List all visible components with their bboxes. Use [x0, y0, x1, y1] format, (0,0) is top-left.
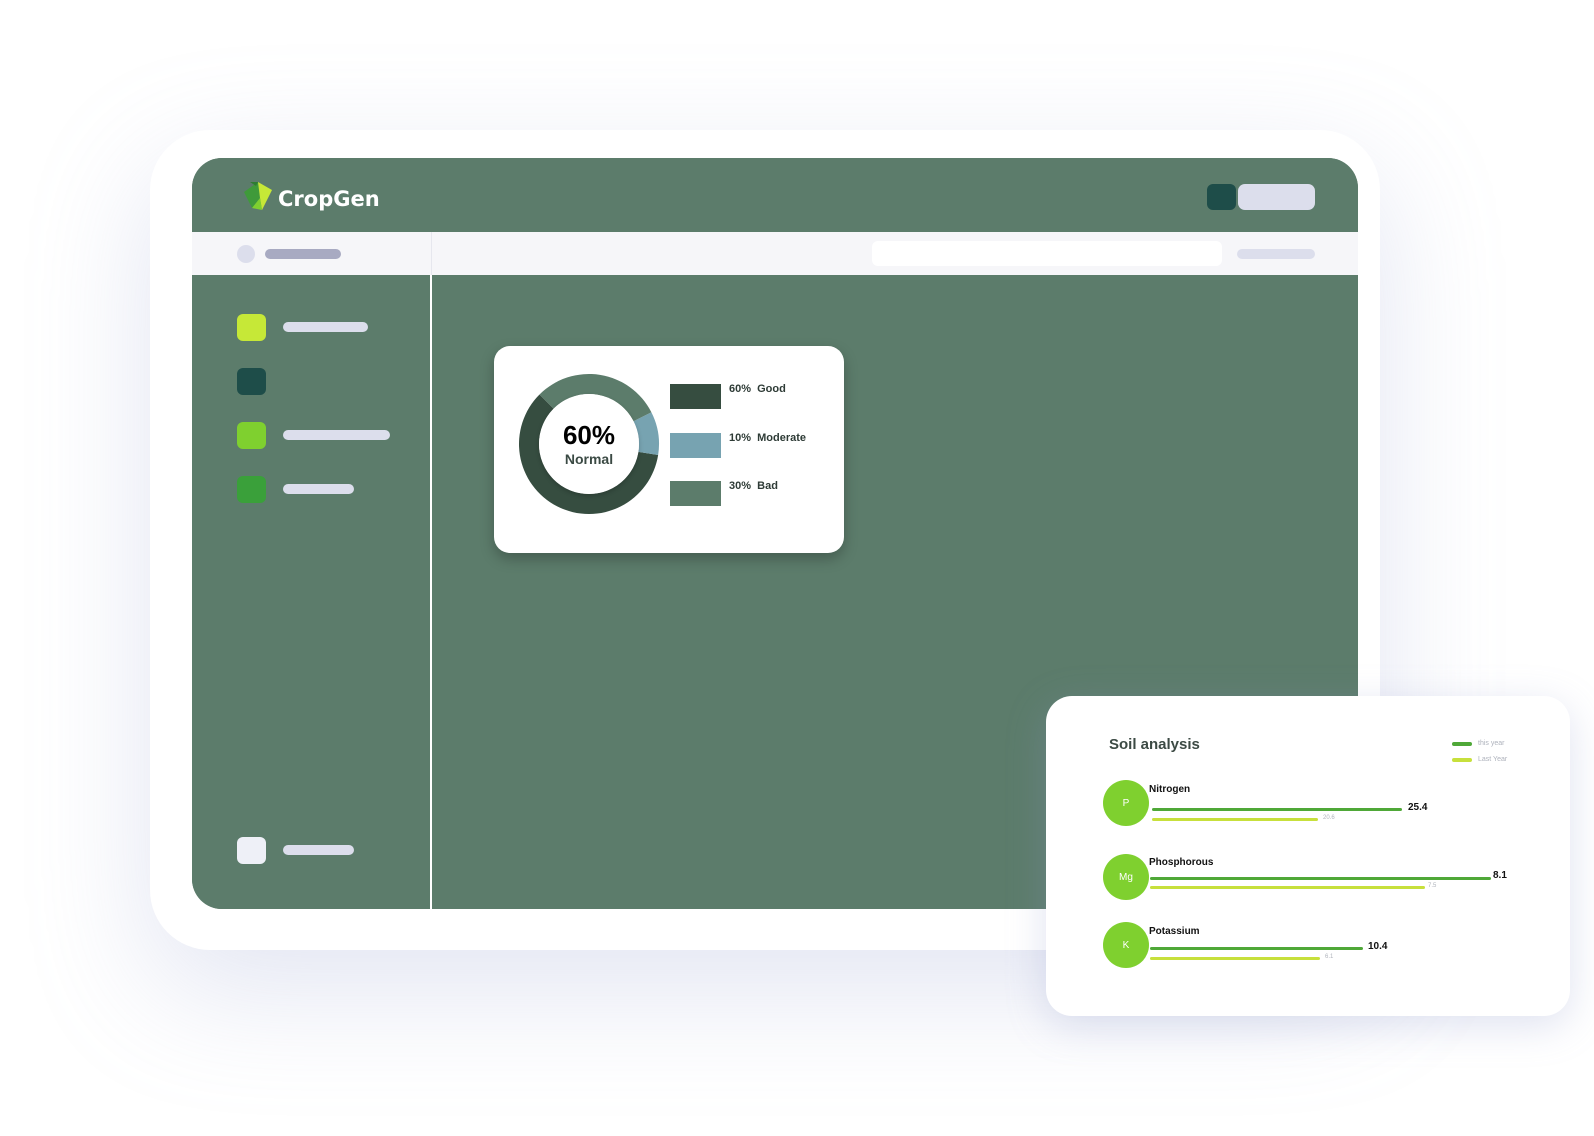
bar-last-year-potassium [1150, 957, 1320, 960]
value-last-year-nitrogen: 20.6 [1323, 815, 1335, 821]
value-this-year-potassium: 10.4 [1368, 941, 1388, 952]
soil-analysis-title: Soil analysis [1109, 736, 1200, 753]
donut-chart: 60% Normal [518, 373, 660, 515]
value-last-year-potassium: 6.1 [1325, 954, 1334, 960]
value-this-year-phosphorous: 8.1 [1493, 870, 1507, 881]
brand[interactable]: CropGen [240, 178, 380, 219]
legend-label-moderate: 10% Moderate [729, 432, 807, 444]
legend-label-last-year: Last Year [1478, 756, 1508, 763]
donut-center: 60% Normal [539, 394, 639, 494]
legend-swatch-good [670, 384, 721, 409]
legend-item-bad: 30% Bad [670, 480, 778, 506]
legend-swatch-bad [670, 481, 721, 506]
bar-this-year-potassium [1150, 947, 1363, 950]
legend-this-year: this year [1452, 740, 1504, 747]
legend-item-moderate: 10% Moderate [670, 432, 807, 458]
sub-header-divider [431, 232, 432, 275]
nav-square-mid-green [237, 475, 266, 503]
nutrient-name-phosphorous: Phosphorous [1149, 857, 1214, 868]
sidebar [192, 275, 432, 909]
legend-swatch-moderate [670, 433, 721, 458]
soil-analysis-card: Soil analysis this year Last Year P Nitr… [1046, 696, 1570, 1016]
nutrient-badge-mg: Mg [1103, 854, 1149, 900]
top-bar: CropGen [192, 158, 1358, 232]
leaf-logo-icon [240, 178, 276, 219]
sidebar-item-2[interactable] [237, 366, 266, 396]
breadcrumb[interactable] [265, 249, 341, 259]
profile-button[interactable] [1238, 184, 1315, 210]
legend-item-good: 60% Good [670, 383, 786, 409]
legend-label-good: 60% Good [729, 383, 786, 395]
legend-last-year: Last Year [1452, 756, 1507, 763]
value-this-year-nitrogen: 25.4 [1408, 802, 1428, 813]
bar-last-year-nitrogen [1152, 818, 1318, 821]
sidebar-item-label [283, 322, 368, 332]
sub-header [192, 232, 1358, 275]
nutrient-name-nitrogen: Nitrogen [1149, 784, 1191, 795]
sidebar-footer-item[interactable] [237, 835, 354, 865]
bar-this-year-nitrogen [1152, 808, 1402, 811]
nutrient-badge-k: K [1103, 922, 1149, 968]
sidebar-item-label [283, 430, 390, 440]
sidebar-item-3[interactable] [237, 420, 390, 450]
breadcrumb-icon [237, 245, 255, 263]
donut-center-value: 60% [562, 420, 616, 450]
sidebar-item-label [283, 484, 354, 494]
sidebar-item-4[interactable] [237, 474, 354, 504]
bar-last-year-phosphorous [1150, 886, 1425, 889]
nav-square-dark [237, 367, 266, 395]
brand-name: CropGen [278, 186, 380, 211]
sidebar-item-1[interactable] [237, 312, 368, 342]
legend-line-last-year [1452, 757, 1472, 762]
nav-square-green [237, 421, 266, 449]
notification-button[interactable] [1207, 184, 1236, 210]
search-input[interactable] [872, 241, 1222, 266]
legend-label-bad: 30% Bad [729, 480, 778, 492]
nutrient-badge-p: P [1103, 780, 1149, 826]
health-donut-card: 60% Normal 60% Good 10% Moderate 30% Bad [494, 346, 844, 553]
donut-center-label: Normal [564, 451, 614, 467]
sidebar-item-label [283, 845, 354, 855]
nav-square-lime [237, 313, 266, 341]
sub-header-action[interactable] [1237, 249, 1315, 259]
value-last-year-phosphorous: 7.5 [1428, 883, 1437, 889]
nav-square-light [237, 836, 266, 864]
bar-this-year-phosphorous [1150, 877, 1491, 880]
legend-line-this-year [1452, 741, 1472, 746]
nutrient-name-potassium: Potassium [1149, 926, 1200, 937]
legend-label-this-year: this year [1478, 740, 1505, 747]
